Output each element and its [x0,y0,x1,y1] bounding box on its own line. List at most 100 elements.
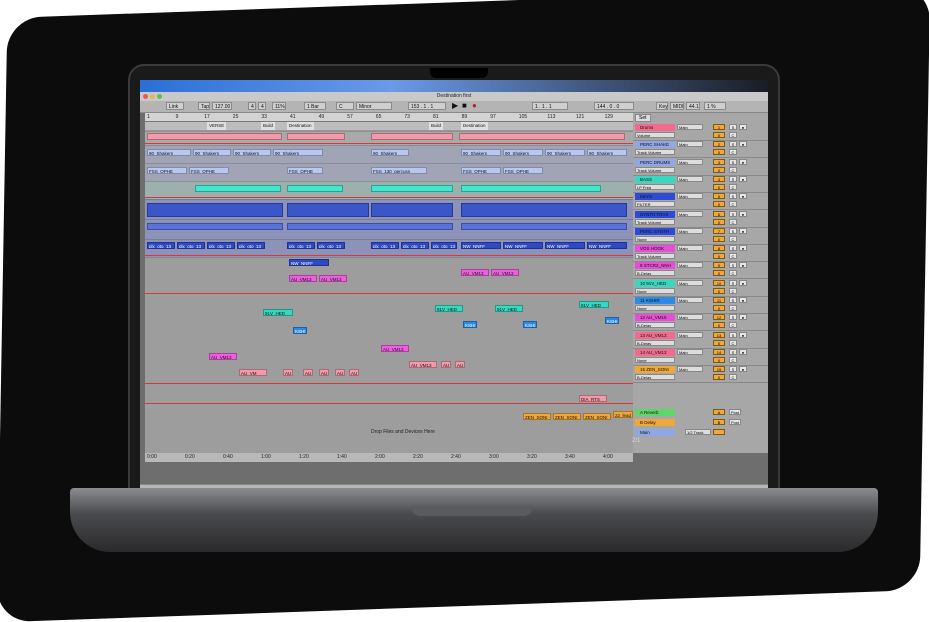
clip-shakers-3[interactable]: 90_Shakers [233,149,271,156]
solo-button[interactable]: S [729,366,737,373]
arm-button[interactable]: ● [739,245,747,252]
solo-button[interactable]: S [729,331,737,338]
pan-control[interactable]: C [729,356,737,363]
mixer-track[interactable]: VOX HOOK Track Volume Main 8 0 S C ● [633,244,768,263]
track-volume[interactable]: 0 [713,218,725,225]
scale-menu[interactable]: Minor [356,102,392,110]
pan-control[interactable]: C [729,270,737,277]
bar-ruler[interactable]: 1 9 17 25 33 41 49 57 65 73 81 89 97 105 113 121 129 [145,113,633,122]
clip-fss-5[interactable]: FSS_OPHE [503,167,543,174]
arm-button[interactable]: ● [739,175,747,182]
track-name[interactable]: PERC SHAKE [635,141,675,149]
track-activator[interactable]: 7 [713,227,725,234]
pan-control[interactable]: C [729,149,737,156]
key-root-menu[interactable]: C [336,102,354,110]
track-output-select[interactable]: Main [677,158,703,165]
track-activator[interactable]: 3 [713,158,725,165]
clip-fss-4[interactable]: FSS_OPHE [461,167,501,174]
track-automation-select[interactable]: Track Volume [635,218,675,225]
return-track[interactable]: A Reverb A Post [633,408,768,417]
pan-control[interactable]: C [729,287,737,294]
track-activator[interactable]: 14 [713,348,725,355]
key-map-button[interactable]: Key [656,102,668,110]
track-output-select[interactable]: Main [677,141,703,148]
clip-bass-2[interactable] [287,185,343,192]
quantize-menu[interactable]: 1 Bar [304,102,326,110]
post-button[interactable]: Post [729,409,741,415]
time-ruler[interactable]: 0:00 0:20 0:40 1:00 1:20 1:40 2:00 2:20 2:40 3:00… [145,453,633,462]
mixer-track[interactable]: PERC DRUMS Track Volume Main 3 0 S C ● [633,158,768,176]
play-icon[interactable]: ▶ [450,102,458,110]
clip-au-5[interactable]: AU [319,369,329,376]
clip-vox-4[interactable]: AU_VM13 [491,269,519,276]
clip-shakers-7[interactable]: 90_Shakers [503,149,543,156]
track-volume[interactable]: 0 [713,322,725,329]
track-output-select[interactable]: Main [677,227,703,234]
track-activator[interactable]: 12 [713,314,725,321]
clip-shakers-5[interactable]: 90_Shakers [371,149,409,156]
locator-destination[interactable]: Destination [287,122,314,130]
clip-bass-4[interactable] [461,185,601,192]
track-activator[interactable]: 6 [713,210,725,217]
pan-control[interactable]: C [729,132,737,138]
track-output-select[interactable]: Main [677,314,703,321]
clip-shakers-9[interactable]: 90_Shakers [587,149,627,156]
clip-fss-1[interactable]: FSS_OPHE [147,167,187,174]
track-name[interactable]: VOX HOOK [635,245,675,253]
track-name[interactable]: PERC SYNTH [635,227,675,235]
mixer-track[interactable]: 12 AU_VM15 B-Delay Main 12 0 S C ● [633,313,768,332]
locator-strip[interactable]: VERSE Build Destination Build Destinatio… [145,122,633,130]
clip-au-vm-1[interactable]: AU_VM [239,369,267,376]
arrangement-position[interactable]: 153 . 1 . 1 [408,102,446,110]
return-name[interactable]: A Reverb [635,409,675,416]
clip-91v-1[interactable]: 91V_HED [263,309,293,316]
automation-line[interactable] [145,403,633,404]
track-output-select[interactable]: Main [677,175,703,182]
arrangement-view[interactable]: 1 9 17 25 33 41 49 57 65 73 81 89 97 105 113 121 129 VER… [145,113,633,453]
track-name[interactable]: SYNTH TRAX [635,210,675,218]
clip-kshi-2[interactable]: KSHI [463,321,477,328]
clip-synth-1[interactable] [147,223,283,230]
automation-line[interactable] [145,143,633,144]
arm-button[interactable]: ● [739,314,747,321]
solo-button[interactable]: S [729,245,737,252]
mixer-track[interactable]: BASS LP Freq Main 4 0 S C ● [633,175,768,193]
percent-field[interactable]: 11% [272,102,286,110]
solo-button[interactable]: S [729,175,737,182]
track-name[interactable]: PERC DRUMS [635,158,675,166]
clip-plx-9[interactable]: plx_oto_13 [431,242,457,249]
clip-shakers-4[interactable]: 90_Shakers [273,149,323,156]
arm-button[interactable]: ● [739,297,747,303]
mixer-track[interactable]: 11 KSHIR None Main 11 0 S C ● [633,296,768,314]
clip-plx-4[interactable]: plx_oto_13 [237,242,265,249]
solo-button[interactable]: S [729,227,737,234]
pan-control[interactable]: C [729,166,737,173]
automation-line[interactable] [145,293,633,294]
arm-button[interactable]: ● [739,124,747,130]
stop-icon[interactable]: ■ [460,102,468,110]
track-output-select[interactable]: Main [677,262,703,269]
track-volume[interactable]: 0 [713,356,725,363]
close-icon[interactable] [143,94,148,99]
pan-control[interactable]: C [729,305,737,311]
arm-button[interactable]: ● [739,210,747,217]
track-volume[interactable]: 0 [713,166,725,173]
clip-plx-7[interactable]: plx_oto_13 [371,242,399,249]
track-output-select[interactable]: Main [677,279,703,286]
clip-shakers-2[interactable]: 90_Shakers [193,149,231,156]
track-automation-select[interactable]: None [635,235,675,242]
clip-shakers-1[interactable]: 90_Shakers [147,149,191,156]
clip-nw-4[interactable]: NW_NNFF [587,242,627,249]
solo-button[interactable]: S [729,279,737,286]
clip-zen-2[interactable]: ZEN_SONI [553,413,581,420]
clip-synth-3[interactable] [461,223,627,230]
clip-nw-2[interactable]: NW_NNFF [503,242,543,249]
track-name[interactable]: 11 KSHIR [635,297,675,304]
track-activator[interactable]: 1 [713,124,725,130]
track-name[interactable]: 13 AU_VM13 [635,331,675,339]
solo-button[interactable]: S [729,210,737,217]
tempo-field[interactable]: 127.00 [212,102,232,110]
clip-plx-5[interactable]: plx_oto_13 [287,242,315,249]
midi-map-button[interactable]: MIDI [670,102,684,110]
track-activator[interactable]: 9 [713,262,725,269]
